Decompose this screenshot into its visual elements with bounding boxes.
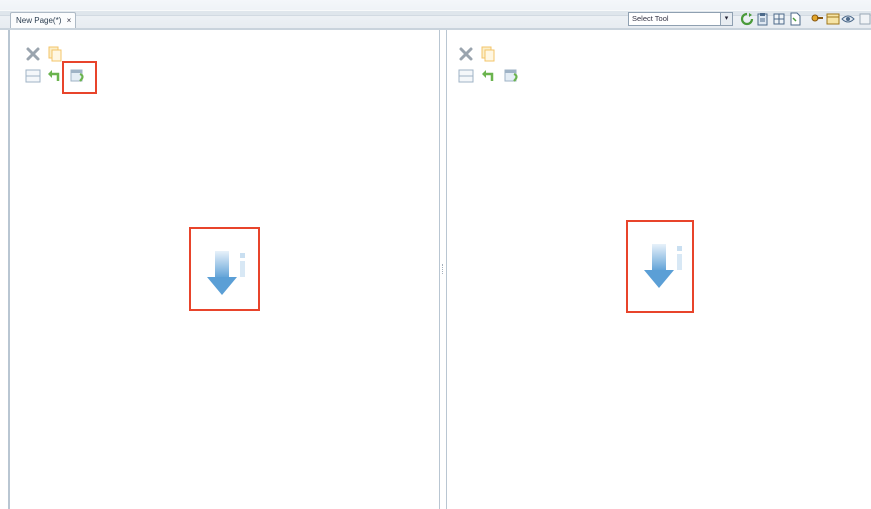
- refresh-icon[interactable]: [740, 12, 754, 26]
- split-icon[interactable]: [458, 68, 474, 84]
- tab-underline: [0, 28, 871, 30]
- tab-new-page[interactable]: New Page(*) ×: [10, 12, 76, 28]
- split-icon[interactable]: [25, 68, 41, 84]
- drop-target-highlight: [626, 220, 694, 313]
- remove-icon[interactable]: [25, 46, 41, 62]
- undo-icon[interactable]: [481, 68, 497, 84]
- page-icon[interactable]: [788, 12, 802, 26]
- drop-target-highlight: [189, 227, 260, 311]
- chevron-down-icon[interactable]: ▾: [720, 13, 732, 25]
- grid-icon[interactable]: [772, 12, 786, 26]
- restore-layout-highlight: [62, 61, 97, 94]
- splitter-grip: [442, 264, 445, 274]
- key-icon[interactable]: [810, 12, 824, 26]
- paste-icon[interactable]: [47, 46, 63, 62]
- tab-label: New Page(*): [16, 16, 62, 25]
- tool-select-value: Select Tool: [632, 14, 669, 23]
- pane-left-border: [8, 30, 10, 509]
- tool-select[interactable]: Select Tool ▾: [628, 12, 733, 26]
- tab-close-icon[interactable]: ×: [67, 13, 72, 28]
- restore-layout-icon[interactable]: [504, 68, 520, 84]
- table-icon[interactable]: [826, 12, 840, 26]
- more-icon[interactable]: [858, 12, 871, 26]
- undo-icon[interactable]: [47, 68, 63, 84]
- preview-icon[interactable]: [841, 12, 855, 26]
- clipboard-icon[interactable]: [756, 12, 770, 26]
- paste-icon[interactable]: [480, 46, 496, 62]
- remove-icon[interactable]: [458, 46, 474, 62]
- pane-splitter[interactable]: [439, 30, 447, 509]
